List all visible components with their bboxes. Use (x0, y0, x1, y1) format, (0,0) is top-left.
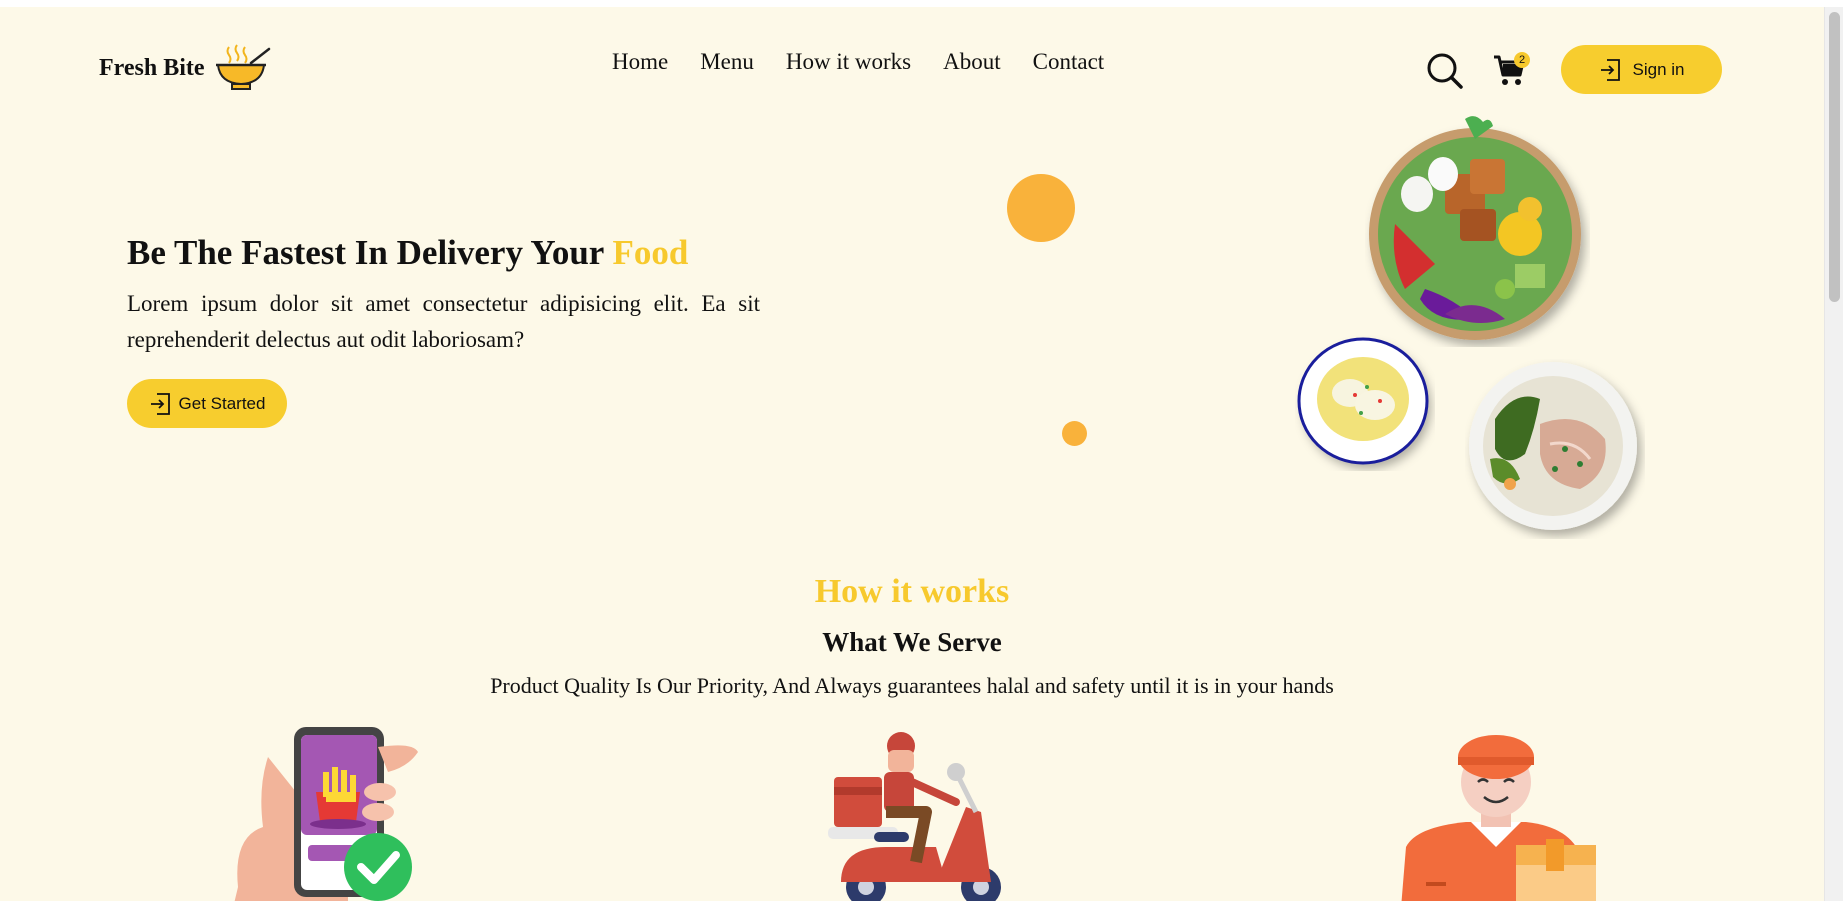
decorative-circle (1062, 421, 1087, 446)
search-icon[interactable] (1426, 52, 1464, 90)
get-started-label: Get Started (178, 393, 266, 413)
soup-bowl-image (1297, 337, 1429, 465)
section-kicker: How it works (814, 573, 1010, 610)
salad-bowl-image (1369, 116, 1581, 340)
section-subtitle: Product Quality Is Our Priority, And Alw… (490, 673, 1334, 698)
decorative-circle (1007, 174, 1075, 242)
page-viewport: Fresh Bite Home Menu How it works About … (0, 7, 1824, 901)
nav-how-it-works[interactable]: How it works (786, 49, 911, 75)
nav-menu[interactable]: Menu (700, 49, 754, 75)
hero-title-accent: Food (612, 233, 689, 272)
login-icon (150, 392, 170, 415)
hero-title-main: Be The Fastest In Delivery Your (127, 233, 613, 272)
soup-bowl-icon (215, 44, 270, 90)
login-icon (1600, 58, 1620, 81)
hero-title: Be The Fastest In Delivery Your Food (127, 233, 688, 273)
sign-in-button[interactable]: Sign in (1561, 45, 1722, 94)
nav-home[interactable]: Home (612, 49, 668, 75)
scooter-delivery-illustration (828, 732, 1001, 901)
section-title: What We Serve (822, 627, 1002, 657)
fish-plate-image (1469, 362, 1637, 530)
cart-count-badge: 2 (1514, 52, 1530, 68)
nav-contact[interactable]: Contact (1033, 49, 1105, 75)
phone-order-illustration (234, 727, 418, 901)
hero-description: Lorem ipsum dolor sit amet consectetur a… (127, 291, 760, 352)
scrollbar-thumb[interactable] (1829, 12, 1840, 302)
get-started-button[interactable]: Get Started (127, 379, 287, 428)
brand-logo[interactable]: Fresh Bite (99, 43, 271, 93)
brand-name: Fresh Bite (99, 54, 205, 81)
vertical-scrollbar[interactable] (1824, 7, 1843, 901)
main-nav: Home Menu How it works About Contact (612, 49, 1104, 75)
nav-about[interactable]: About (943, 49, 1001, 75)
courier-with-box-illustration (1401, 735, 1596, 901)
sign-in-label: Sign in (1632, 59, 1685, 79)
